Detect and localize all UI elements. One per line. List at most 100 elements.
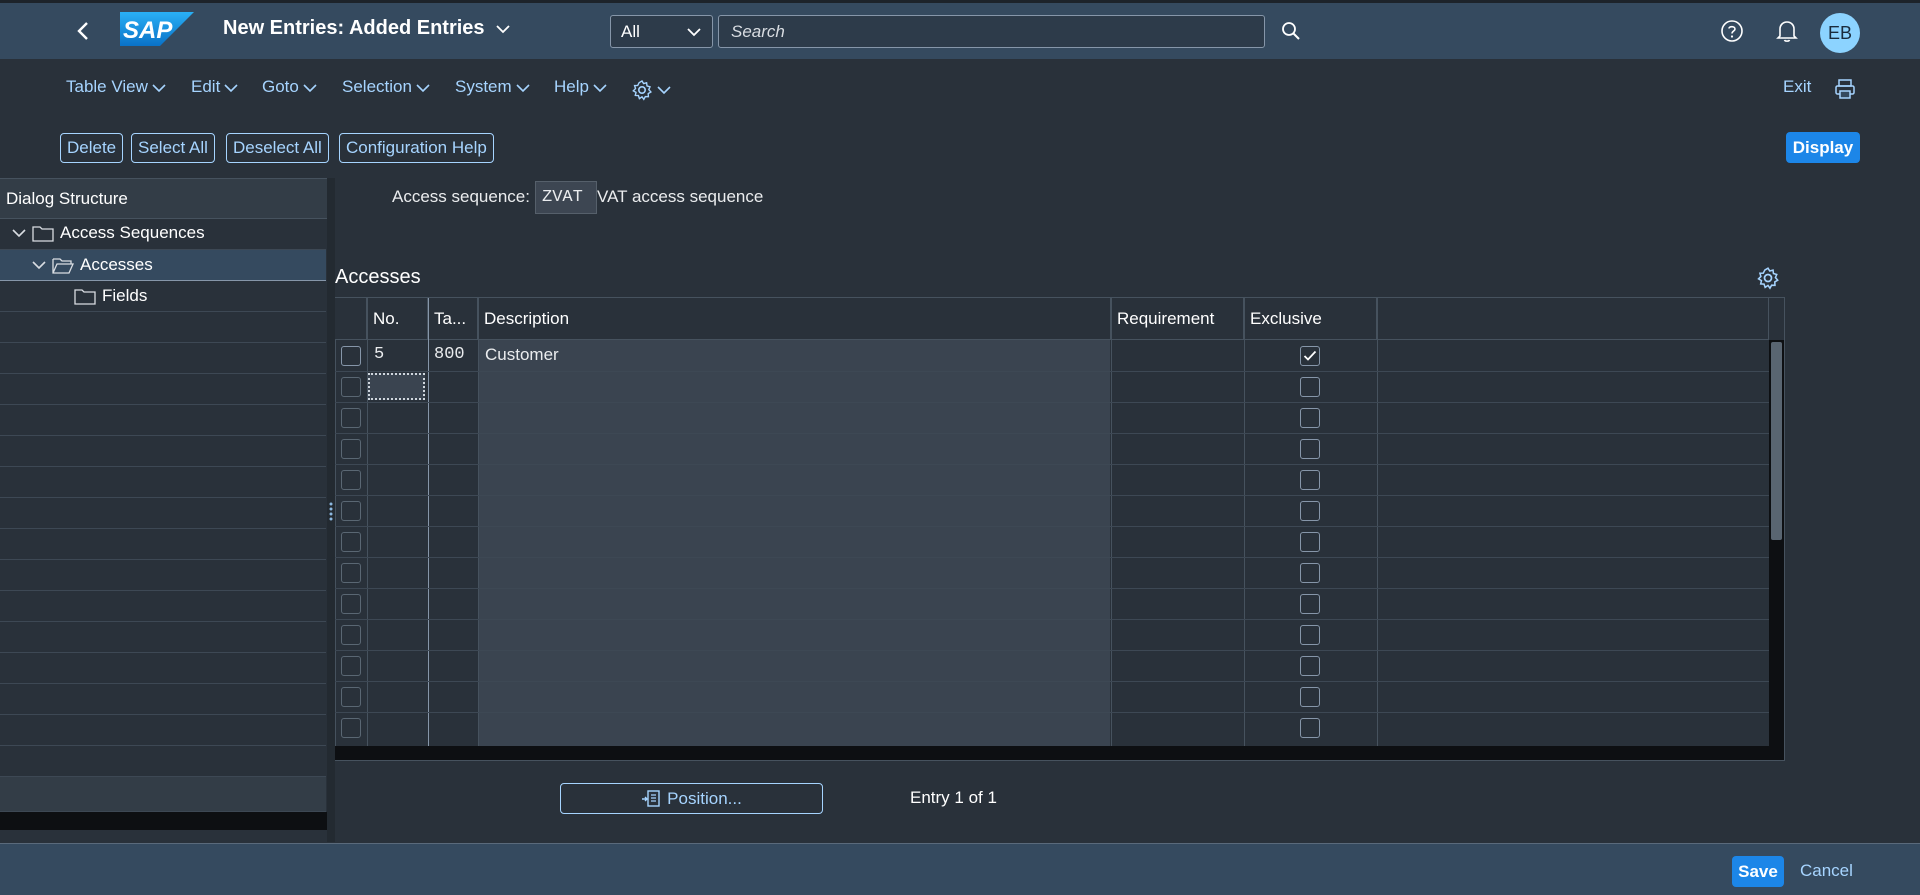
exclusive-checkbox[interactable] [1300, 563, 1320, 583]
exclusive-checkbox[interactable] [1300, 377, 1320, 397]
row-select-checkbox[interactable] [341, 563, 361, 583]
tree-node-fields[interactable]: Fields [74, 286, 147, 306]
print-icon[interactable] [1834, 78, 1856, 100]
menu-goto[interactable]: Goto [262, 77, 317, 97]
column-divider-fixed [428, 298, 429, 760]
chevron-down-icon[interactable] [12, 228, 26, 238]
exclusive-checkbox[interactable] [1300, 594, 1320, 614]
cell-no[interactable]: 5 [374, 345, 384, 364]
row-divider [335, 712, 1769, 713]
tree-node-accesses[interactable]: Accesses [32, 255, 153, 275]
search-input[interactable] [718, 15, 1265, 48]
tree-row [0, 560, 326, 591]
menu-table-view[interactable]: Table View [66, 77, 166, 97]
exclusive-checkbox[interactable] [1300, 408, 1320, 428]
tree-node-access-sequences[interactable]: Access Sequences [12, 223, 205, 243]
column-header-requirement[interactable]: Requirement [1111, 298, 1244, 340]
menu-label: Edit [191, 77, 221, 96]
access-sequence-field[interactable]: ZVAT [535, 181, 597, 214]
exclusive-checkbox[interactable] [1300, 656, 1320, 676]
tree-row [0, 746, 326, 777]
chevron-down-icon[interactable] [32, 260, 46, 270]
save-button[interactable]: Save [1732, 856, 1784, 887]
row-select-checkbox[interactable] [341, 470, 361, 490]
row-select-checkbox[interactable] [341, 439, 361, 459]
column-divider [478, 298, 479, 746]
tree-node-label: Access Sequences [60, 223, 205, 242]
menu-label: System [455, 77, 512, 96]
column-header-exclusive[interactable]: Exclusive [1244, 298, 1377, 340]
splitter-grip-icon[interactable] [329, 502, 333, 522]
row-select-checkbox[interactable] [341, 687, 361, 707]
chevron-down-icon [687, 27, 701, 36]
column-header-no[interactable]: No. [367, 298, 428, 340]
column-header-description[interactable]: Description [478, 298, 1111, 340]
column-header-empty [1377, 298, 1769, 340]
exclusive-checkbox[interactable] [1300, 718, 1320, 738]
column-header-table[interactable]: Ta... [428, 298, 478, 340]
column-divider [1111, 298, 1112, 746]
row-select-checkbox[interactable] [341, 377, 361, 397]
exclusive-checkbox[interactable] [1300, 470, 1320, 490]
table-settings-gear-icon[interactable] [1756, 266, 1780, 290]
exclusive-checkbox[interactable] [1300, 532, 1320, 552]
search-scope-select[interactable]: All [610, 15, 713, 48]
deselect-all-button[interactable]: Deselect All [226, 133, 329, 163]
search-button[interactable] [1278, 18, 1304, 44]
position-button-label: Position... [667, 788, 742, 808]
exclusive-checkbox-checked[interactable] [1300, 346, 1320, 366]
menu-edit[interactable]: Edit [191, 77, 238, 97]
row-select-checkbox[interactable] [341, 718, 361, 738]
cell-table[interactable]: 800 [434, 345, 465, 364]
back-button[interactable] [68, 16, 98, 46]
row-select-checkbox[interactable] [341, 501, 361, 521]
row-divider [335, 681, 1769, 682]
footer-bar [0, 843, 1920, 895]
sap-logo: SAP [120, 12, 194, 46]
app-title[interactable]: New Entries: Added Entries [223, 17, 511, 40]
table-scroll-thumb[interactable] [1771, 342, 1782, 540]
row-select-checkbox[interactable] [341, 625, 361, 645]
row-select-checkbox[interactable] [341, 346, 361, 366]
tree-row [0, 684, 326, 715]
tree-row [0, 529, 326, 560]
exclusive-checkbox[interactable] [1300, 501, 1320, 521]
exclusive-checkbox[interactable] [1300, 439, 1320, 459]
tree-row [0, 436, 326, 467]
help-button[interactable] [1718, 17, 1746, 45]
menu-selection[interactable]: Selection [342, 77, 430, 97]
tree-row [0, 653, 326, 684]
app-title-text: New Entries: Added Entries [223, 17, 485, 39]
delete-button[interactable]: Delete [60, 133, 124, 163]
access-sequence-label: Access sequence: [392, 187, 530, 206]
exit-link[interactable]: Exit [1783, 77, 1811, 97]
menu-system[interactable]: System [455, 77, 530, 97]
row-divider [335, 588, 1769, 589]
tree-row [0, 591, 326, 622]
cancel-button[interactable]: Cancel [1800, 861, 1853, 881]
exclusive-checkbox[interactable] [1300, 687, 1320, 707]
menu-help[interactable]: Help [554, 77, 607, 97]
row-select-checkbox[interactable] [341, 532, 361, 552]
table-horizontal-scrollbar[interactable] [335, 746, 1784, 760]
row-select-checkbox[interactable] [341, 408, 361, 428]
display-button[interactable]: Display [1786, 132, 1860, 163]
select-all-button[interactable]: Select All [131, 133, 215, 163]
row-divider [335, 619, 1769, 620]
user-avatar[interactable]: EB [1820, 13, 1860, 53]
dialog-structure-scrollbar[interactable] [0, 812, 328, 830]
position-button[interactable]: Position... [560, 783, 823, 814]
row-select-checkbox[interactable] [341, 594, 361, 614]
chevron-left-icon [77, 22, 88, 40]
cell-description: Customer [485, 345, 559, 364]
configuration-help-button[interactable]: Configuration Help [339, 133, 494, 163]
row-select-checkbox[interactable] [341, 656, 361, 676]
tree-row [0, 343, 326, 374]
notifications-button[interactable] [1773, 17, 1801, 45]
search-icon [1282, 22, 1300, 40]
menu-settings[interactable] [631, 77, 671, 101]
exclusive-checkbox[interactable] [1300, 625, 1320, 645]
new-entry-no-input[interactable] [368, 373, 425, 400]
tree-row [0, 498, 326, 529]
row-divider [335, 371, 1769, 372]
